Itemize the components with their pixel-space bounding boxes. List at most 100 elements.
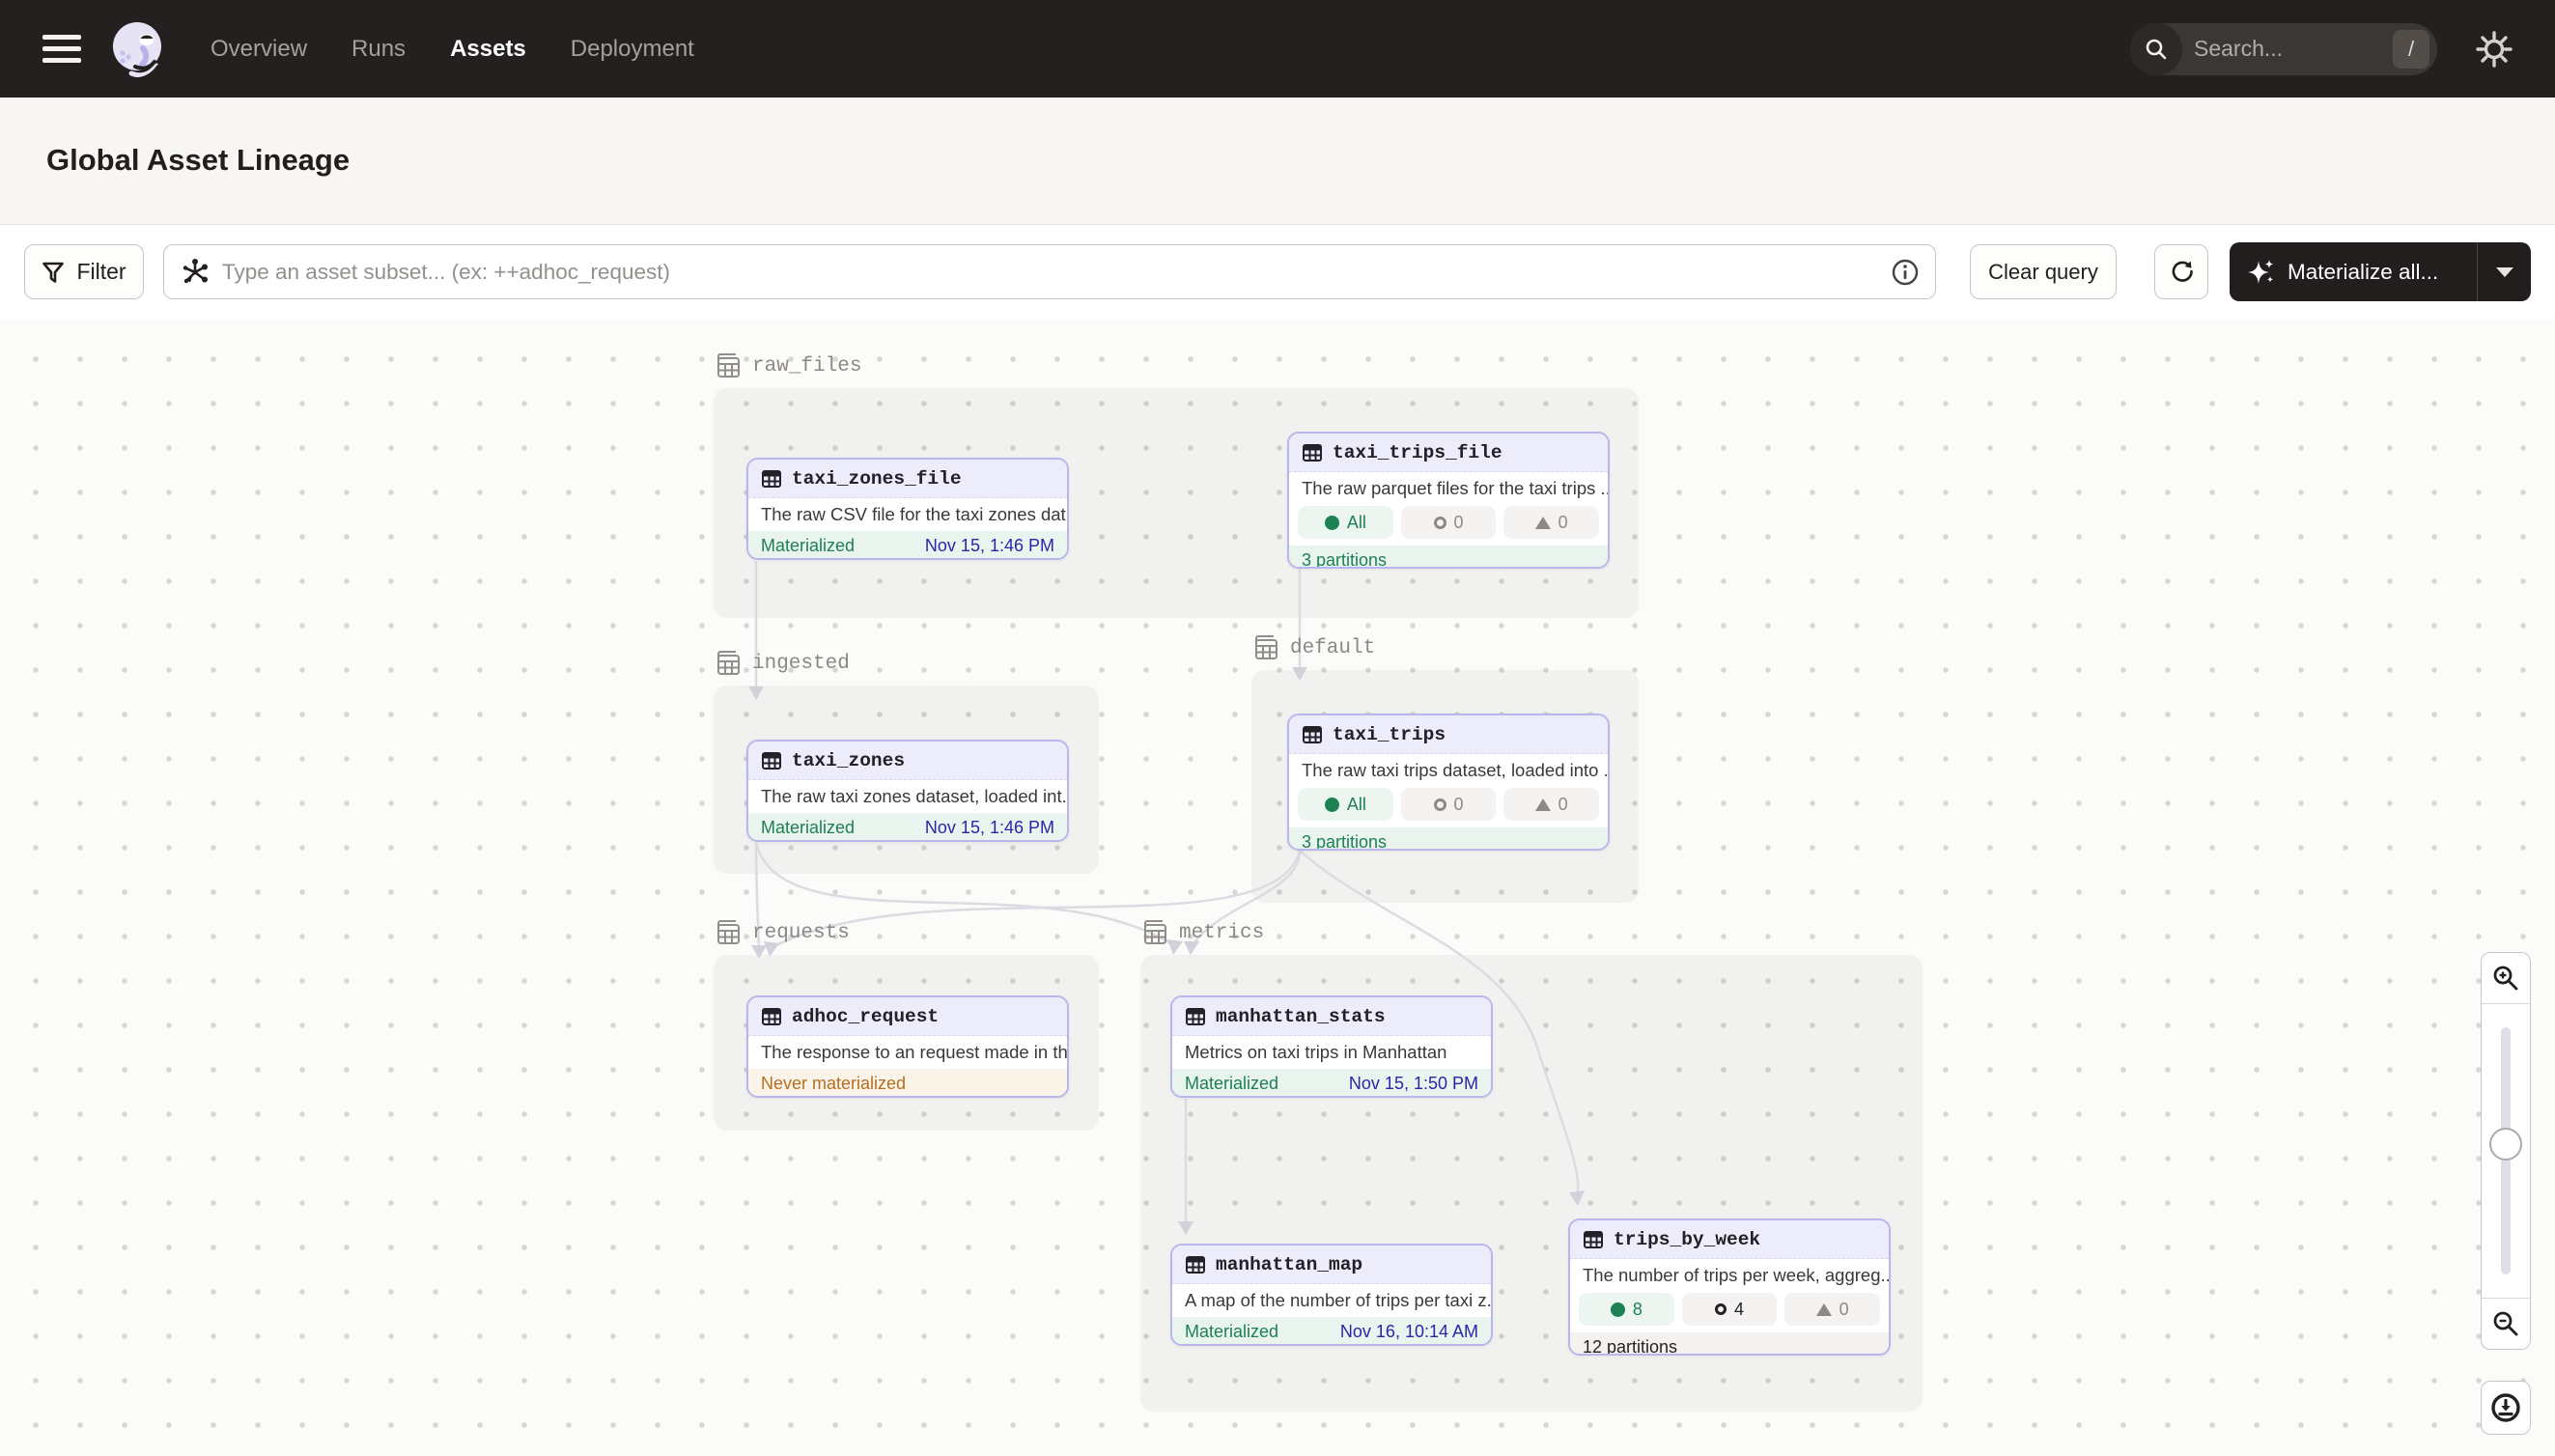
table-icon — [1185, 1006, 1206, 1027]
partitions-missing-pill[interactable]: 0 — [1503, 506, 1599, 539]
partitions-materialized-pill[interactable]: All — [1298, 788, 1393, 821]
clear-query-button[interactable]: Clear query — [1970, 244, 2117, 299]
asset-description: The raw parquet files for the taxi trips… — [1289, 472, 1608, 505]
asset-status-footer[interactable]: Materialized Nov 15, 1:50 PM — [1172, 1069, 1491, 1098]
asset-node-manhattan_map[interactable]: manhattan_map A map of the number of tri… — [1170, 1244, 1493, 1346]
zoom-out-icon — [2491, 1309, 2520, 1338]
asset-description: Metrics on taxi trips in Manhattan — [1172, 1036, 1491, 1069]
asset-subset-query-input[interactable]: Type an asset subset... (ex: ++adhoc_req… — [163, 244, 1936, 299]
asset-status-footer[interactable]: Materialized Nov 15, 1:46 PM — [748, 531, 1067, 560]
page-header: Global Asset Lineage Reload definitions — [0, 98, 2555, 225]
download-image-button[interactable] — [2481, 1381, 2531, 1435]
failed-ring-icon — [1715, 1303, 1727, 1315]
asset-node-taxi_zones_file[interactable]: taxi_zones_file The raw CSV file for the… — [746, 458, 1069, 560]
chevron-down-icon — [2496, 267, 2513, 277]
hamburger-menu-icon[interactable] — [42, 30, 87, 69]
status-label: Materialized — [761, 818, 855, 838]
group-label-metrics[interactable]: metrics — [1140, 918, 1264, 947]
info-icon[interactable] — [1891, 258, 1920, 287]
failed-ring-icon — [1434, 798, 1446, 811]
nav-link-assets[interactable]: Assets — [450, 36, 526, 63]
materialization-timestamp[interactable]: Nov 16, 10:14 AM — [1340, 1322, 1478, 1342]
group-tables-icon — [1140, 918, 1169, 947]
table-icon — [1302, 724, 1323, 745]
search-icon — [2130, 23, 2182, 75]
table-icon — [761, 468, 782, 490]
zoom-slider-thumb[interactable] — [2489, 1128, 2522, 1161]
missing-triangle-icon — [1535, 517, 1551, 529]
table-icon — [1302, 442, 1323, 463]
asset-description: The number of trips per week, aggreg... — [1570, 1259, 1889, 1292]
refresh-icon — [2169, 260, 2194, 285]
partitions-missing-pill[interactable]: 0 — [1784, 1293, 1880, 1326]
partitions-materialized-pill[interactable]: All — [1298, 506, 1393, 539]
nav-links: Overview Runs Assets Deployment — [211, 36, 694, 63]
partitions-materialized-pill[interactable]: 8 — [1579, 1293, 1674, 1326]
zoom-out-button[interactable] — [2482, 1299, 2530, 1349]
group-label-requests[interactable]: requests — [714, 918, 850, 947]
asset-node-manhattan_stats[interactable]: manhattan_stats Metrics on taxi trips in… — [1170, 995, 1493, 1098]
zoom-slider[interactable] — [2482, 1003, 2530, 1299]
query-placeholder: Type an asset subset... (ex: ++adhoc_req… — [222, 260, 1879, 285]
asset-description: The raw taxi trips dataset, loaded into … — [1289, 754, 1608, 787]
filter-button[interactable]: Filter — [24, 244, 144, 299]
zoom-in-button[interactable] — [2482, 953, 2530, 1003]
asset-description: The raw CSV file for the taxi zones dat.… — [748, 498, 1067, 531]
group-tables-icon — [1251, 633, 1280, 662]
asset-status-footer[interactable]: Materialized Nov 16, 10:14 AM — [1172, 1317, 1491, 1346]
asset-title: adhoc_request — [792, 1006, 939, 1027]
partitions-footer[interactable]: 3 partitions — [1289, 827, 1608, 851]
group-label-raw_files[interactable]: raw_files — [714, 351, 861, 380]
table-icon — [761, 1006, 782, 1027]
asset-title: trips_by_week — [1614, 1229, 1760, 1250]
status-label: Materialized — [1185, 1322, 1278, 1342]
materialize-dropdown-toggle[interactable] — [2477, 242, 2531, 301]
asset-status-footer[interactable]: Never materialized — [748, 1069, 1067, 1098]
partition-health-pills: All 0 0 — [1289, 787, 1608, 827]
missing-triangle-icon — [1816, 1303, 1832, 1316]
failed-ring-icon — [1434, 517, 1446, 529]
partitions-missing-pill[interactable]: 0 — [1503, 788, 1599, 821]
materialization-timestamp[interactable]: Nov 15, 1:50 PM — [1349, 1074, 1478, 1094]
materialize-all-button[interactable]: Materialize all... — [2230, 242, 2531, 301]
partitions-footer[interactable]: 12 partitions — [1570, 1332, 1889, 1356]
group-label-ingested[interactable]: ingested — [714, 649, 850, 678]
partitions-failed-pill[interactable]: 0 — [1401, 506, 1497, 539]
dagster-logo-icon[interactable] — [108, 19, 168, 79]
materialization-timestamp[interactable]: Nov 15, 1:46 PM — [925, 536, 1054, 556]
asset-node-taxi_trips[interactable]: taxi_trips The raw taxi trips dataset, l… — [1287, 714, 1610, 851]
asset-title: taxi_zones_file — [792, 468, 962, 490]
asset-title: taxi_zones — [792, 750, 905, 771]
partitions-failed-pill[interactable]: 4 — [1682, 1293, 1778, 1326]
partition-health-pills: All 0 0 — [1289, 505, 1608, 546]
lineage-toolbar: Filter Type an asset subset... (ex: ++ad… — [0, 225, 2555, 320]
asset-node-taxi_zones[interactable]: taxi_zones The raw taxi zones dataset, l… — [746, 740, 1069, 842]
asset-node-adhoc_request[interactable]: adhoc_request The response to an request… — [746, 995, 1069, 1098]
asset-description: A map of the number of trips per taxi z.… — [1172, 1284, 1491, 1317]
nav-link-runs[interactable]: Runs — [351, 36, 406, 63]
lineage-canvas[interactable]: raw_files ingested default requests metr… — [0, 320, 2555, 1456]
partitions-footer[interactable]: 3 partitions — [1289, 546, 1608, 569]
dagster-asset-lineage-app: Overview Runs Assets Deployment Search..… — [0, 0, 2555, 1456]
status-label: Materialized — [1185, 1074, 1278, 1094]
sparkle-icon — [2247, 258, 2276, 287]
asset-description: The response to an request made in th... — [748, 1036, 1067, 1069]
asset-node-trips_by_week[interactable]: trips_by_week The number of trips per we… — [1568, 1218, 1891, 1356]
group-tables-icon — [714, 351, 743, 380]
table-icon — [1583, 1229, 1604, 1250]
asset-title: taxi_trips — [1333, 724, 1446, 745]
asset-description: The raw taxi zones dataset, loaded int..… — [748, 780, 1067, 813]
partitions-failed-pill[interactable]: 0 — [1401, 788, 1497, 821]
table-icon — [761, 750, 782, 771]
settings-gear-icon[interactable] — [2474, 29, 2514, 70]
asset-node-taxi_trips_file[interactable]: taxi_trips_file The raw parquet files fo… — [1287, 432, 1610, 569]
asset-title: manhattan_stats — [1216, 1006, 1386, 1027]
nav-link-overview[interactable]: Overview — [211, 36, 307, 63]
nav-link-deployment[interactable]: Deployment — [571, 36, 694, 63]
group-label-default[interactable]: default — [1251, 633, 1375, 662]
partition-health-pills: 8 4 0 — [1570, 1292, 1889, 1332]
refresh-graph-button[interactable] — [2154, 244, 2208, 299]
asset-status-footer[interactable]: Materialized Nov 15, 1:46 PM — [748, 813, 1067, 842]
search-input[interactable]: Search... / — [2130, 23, 2437, 75]
materialization-timestamp[interactable]: Nov 15, 1:46 PM — [925, 818, 1054, 838]
